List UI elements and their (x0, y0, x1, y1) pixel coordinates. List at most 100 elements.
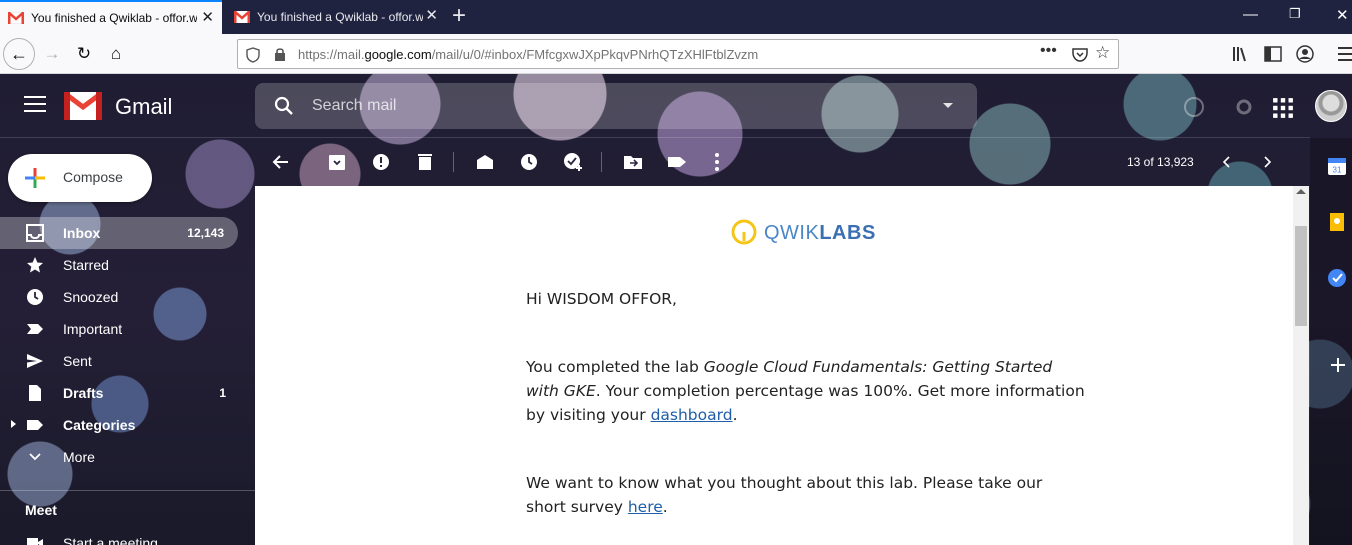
url-bar[interactable]: https://mail.google.com/mail/u/0/#inbox/… (237, 39, 1119, 69)
completion-text-mid: . Your completion percentage was 100%. G… (526, 382, 1085, 424)
survey-text-end: . (662, 498, 668, 516)
close-window-icon[interactable]: ✕ (1336, 6, 1349, 24)
tab-title: You finished a Qwiklab - offor.wisdom (257, 10, 423, 24)
gmail-favicon-icon (234, 11, 250, 23)
home-icon[interactable]: ⌂ (104, 42, 128, 66)
browser-tab-inactive[interactable]: You finished a Qwiklab - offor.wisdom ✕ (226, 0, 446, 34)
delete-icon[interactable] (415, 152, 435, 172)
sidebar-item-categories[interactable]: Categories (0, 409, 240, 441)
compose-label: Compose (63, 169, 123, 185)
minimize-window-icon[interactable]: — (1243, 6, 1258, 23)
chevron-left-icon[interactable] (1219, 154, 1235, 170)
help-icon[interactable] (1183, 96, 1205, 118)
back-arrow-icon[interactable]: ← (3, 38, 35, 70)
sidebar-item-label: Sent (63, 353, 92, 369)
snooze-icon[interactable] (519, 152, 539, 172)
inbox-icon (26, 224, 44, 242)
gmail-logo-icon[interactable] (64, 92, 102, 120)
meet-section-title: Meet (25, 502, 57, 518)
toolbar-separator (601, 152, 602, 172)
report-spam-icon[interactable] (371, 152, 391, 172)
video-camera-icon (27, 538, 43, 545)
reload-icon[interactable]: ↻ (72, 42, 96, 66)
library-icon[interactable] (1232, 46, 1250, 62)
apps-grid-icon[interactable] (1272, 97, 1294, 119)
browser-tab-active[interactable]: You finished a Qwiklab - offor.wisdom ✕ (0, 0, 222, 34)
main-menu-icon[interactable] (24, 96, 46, 117)
page-actions-icon[interactable]: ••• (1040, 42, 1057, 60)
settings-icon[interactable] (1233, 96, 1255, 118)
calendar-icon[interactable]: 31 (1327, 156, 1347, 176)
get-addons-icon[interactable] (1330, 357, 1346, 373)
add-to-tasks-icon[interactable] (563, 152, 583, 172)
start-meeting-label: Start a meeting (63, 535, 158, 545)
email-scrollbar[interactable] (1293, 186, 1309, 545)
sidebar-item-more[interactable]: More (0, 441, 240, 473)
sidebar-item-snoozed[interactable]: Snoozed (0, 281, 240, 313)
close-tab-icon[interactable]: ✕ (425, 8, 438, 23)
pagination-text: 13 of 13,923 (1127, 155, 1194, 169)
chevron-right-icon[interactable] (1259, 154, 1275, 170)
menu-icon[interactable] (1338, 47, 1352, 61)
more-options-icon[interactable] (707, 152, 727, 172)
draft-icon (29, 385, 41, 401)
account-avatar[interactable] (1315, 90, 1347, 122)
tasks-icon[interactable] (1327, 268, 1347, 288)
search-box[interactable]: Search mail (255, 83, 977, 129)
restore-window-icon[interactable]: ❐ (1289, 6, 1301, 22)
toolbar-separator (453, 152, 454, 172)
labels-icon[interactable] (667, 152, 687, 172)
search-input[interactable]: Search mail (312, 97, 396, 115)
logo-text-bold: LABS (819, 222, 876, 244)
sidebar-item-starred[interactable]: Starred (0, 249, 240, 281)
gmail-app: Gmail Search mail Compose Inbox 12,143 S… (0, 74, 1352, 545)
sidebar-item-label: More (63, 449, 95, 465)
sidebar-item-sent[interactable]: Sent (0, 345, 240, 377)
qwiklabs-logo-icon (731, 219, 757, 245)
completion-text-start: You completed the lab (526, 358, 704, 376)
archive-icon[interactable] (327, 152, 347, 172)
sidebar-icon[interactable] (1264, 46, 1282, 62)
sidebar-item-inbox[interactable]: Inbox 12,143 (0, 217, 238, 249)
keep-icon[interactable] (1327, 212, 1347, 232)
search-icon[interactable] (273, 95, 295, 117)
mark-unread-icon[interactable] (475, 152, 495, 172)
dashboard-link[interactable]: dashboard (651, 406, 733, 424)
compose-button[interactable]: Compose (8, 154, 152, 202)
sidebar-item-label: Inbox (63, 225, 101, 241)
svg-text:31: 31 (1333, 166, 1342, 175)
back-to-inbox-icon[interactable] (271, 152, 291, 172)
forward-arrow-icon[interactable]: → (40, 42, 64, 66)
lock-icon[interactable] (274, 47, 286, 62)
pocket-icon[interactable] (1072, 47, 1088, 62)
qwiklabs-logo: QWIKLABS (764, 222, 876, 245)
send-icon (27, 354, 43, 368)
chevron-down-icon (29, 453, 41, 461)
header-divider (0, 137, 1310, 138)
url-domain: google.com (364, 47, 432, 62)
scrollbar-thumb[interactable] (1295, 226, 1307, 326)
scroll-up-arrow-icon[interactable] (1296, 189, 1306, 194)
move-to-icon[interactable] (623, 152, 643, 172)
close-tab-icon[interactable]: ✕ (201, 10, 214, 25)
sidebar-item-drafts[interactable]: Drafts 1 (0, 377, 240, 409)
inbox-count: 12,143 (187, 226, 224, 240)
survey-text-start: We want to know what you thought about t… (526, 474, 1043, 516)
sidebar-item-label: Categories (63, 417, 136, 433)
start-meeting-link[interactable]: Start a meeting (0, 526, 240, 545)
email-reading-pane: QWIKLABS Hi WISDOM OFFOR, You completed … (255, 186, 1309, 545)
email-paragraph-survey: We want to know what you thought about t… (526, 471, 1086, 519)
search-options-icon[interactable] (943, 103, 953, 108)
gmail-brand: Gmail (115, 94, 173, 119)
bookmark-star-icon[interactable]: ☆ (1095, 43, 1110, 63)
account-icon[interactable] (1296, 45, 1314, 63)
side-panel (1310, 138, 1352, 545)
sidebar-item-important[interactable]: Important (0, 313, 240, 345)
url-text[interactable]: https://mail.google.com/mail/u/0/#inbox/… (298, 47, 758, 62)
survey-link[interactable]: here (628, 498, 663, 516)
expand-arrow-icon[interactable] (11, 420, 16, 428)
url-prefix: https://mail. (298, 47, 365, 62)
shield-icon[interactable] (246, 47, 260, 63)
new-tab-icon[interactable]: + (452, 4, 466, 28)
browser-tab-bar: You finished a Qwiklab - offor.wisdom ✕ … (0, 0, 1352, 34)
